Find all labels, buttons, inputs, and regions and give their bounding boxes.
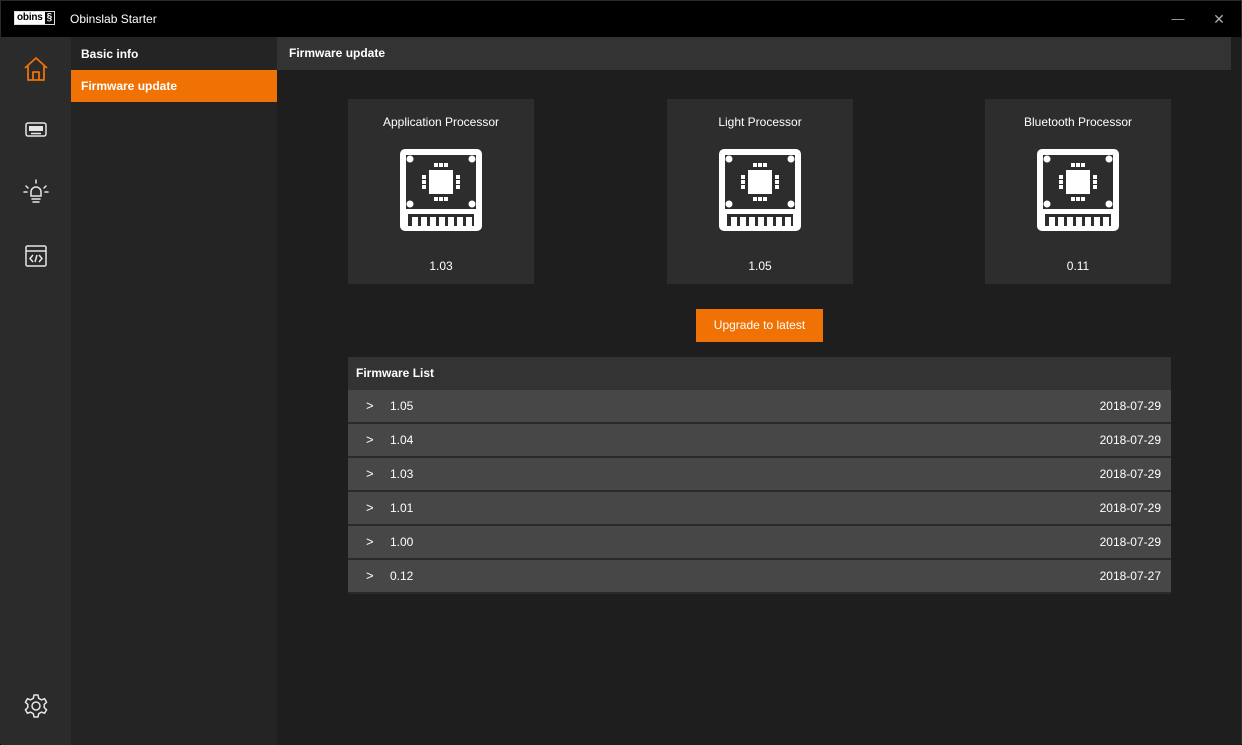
firmware-list: Firmware List > 1.05 2018-07-29 > 1.04 2… [348,357,1171,594]
minimize-button[interactable]: — [1163,9,1193,29]
firmware-version: 1.00 [390,535,414,549]
firmware-list-title: Firmware List [348,357,1171,390]
processor-version: 0.11 [1066,259,1090,273]
processor-version: 1.05 [748,259,772,273]
processor-version: 1.03 [429,259,453,273]
gear-icon [24,694,48,718]
firmware-row[interactable]: > 1.03 2018-07-29 [348,458,1171,492]
chevron-right-icon[interactable]: > [366,492,374,524]
lightbulb-icon [23,179,49,203]
chip-icon [1037,149,1119,231]
chip-icon [400,149,482,231]
processor-name: Light Processor [718,115,802,129]
app-title: Obinslab Starter [70,12,157,26]
firmware-row[interactable]: > 0.12 2018-07-27 [348,560,1171,594]
firmware-version: 1.04 [390,433,414,447]
main-content: Firmware update Application Processor 1.… [277,37,1241,745]
nav-lighting[interactable] [1,164,71,220]
menu-item-firmware-update[interactable]: Firmware update [71,70,277,102]
logo-mark: § [44,12,55,24]
upgrade-button[interactable]: Upgrade to latest [696,309,823,342]
chevron-right-icon[interactable]: > [366,424,374,456]
firmware-version: 1.05 [390,399,414,413]
nav-settings[interactable] [1,678,71,734]
firmware-date: 2018-07-29 [1099,433,1161,447]
firmware-version: 1.03 [390,467,414,481]
firmware-row[interactable]: > 1.01 2018-07-29 [348,492,1171,526]
submenu: Basic info Firmware update [71,37,277,745]
chevron-right-icon[interactable]: > [366,458,374,490]
firmware-version: 0.12 [390,569,414,583]
firmware-row[interactable]: > 1.05 2018-07-29 [348,390,1171,424]
firmware-date: 2018-07-27 [1099,569,1161,583]
close-button[interactable]: ✕ [1204,9,1234,29]
processor-card-bluetooth: Bluetooth Processor 0.11 [985,99,1171,284]
nav-home[interactable] [1,41,71,97]
keyboard-icon [25,122,47,137]
menu-item-basic-info[interactable]: Basic info [71,38,277,70]
firmware-date: 2018-07-29 [1099,399,1161,413]
app-window: obins § Obinslab Starter — ✕ Basic info … [0,0,1242,745]
nav-keyboard[interactable] [1,101,71,157]
processor-card-light: Light Processor 1.05 [667,99,853,284]
firmware-row[interactable]: > 1.04 2018-07-29 [348,424,1171,458]
nav-rail [1,37,71,745]
processor-name: Bluetooth Processor [1023,115,1133,129]
title-bar[interactable]: obins § Obinslab Starter — ✕ [1,1,1241,37]
chip-icon [719,149,801,231]
chevron-right-icon[interactable]: > [366,560,374,592]
code-window-icon [25,245,47,267]
chevron-right-icon[interactable]: > [366,390,374,422]
obins-logo: obins § [14,11,56,25]
nav-macro[interactable] [1,228,71,284]
logo-text: obins [15,12,45,24]
home-icon [24,57,48,81]
page-title: Firmware update [277,37,1231,70]
firmware-date: 2018-07-29 [1099,535,1161,549]
processor-card-application: Application Processor 1.03 [348,99,534,284]
firmware-row[interactable]: > 1.00 2018-07-29 [348,526,1171,560]
firmware-version: 1.01 [390,501,414,515]
firmware-date: 2018-07-29 [1099,501,1161,515]
firmware-date: 2018-07-29 [1099,467,1161,481]
chevron-right-icon[interactable]: > [366,526,374,558]
processor-name: Application Processor [382,115,500,129]
